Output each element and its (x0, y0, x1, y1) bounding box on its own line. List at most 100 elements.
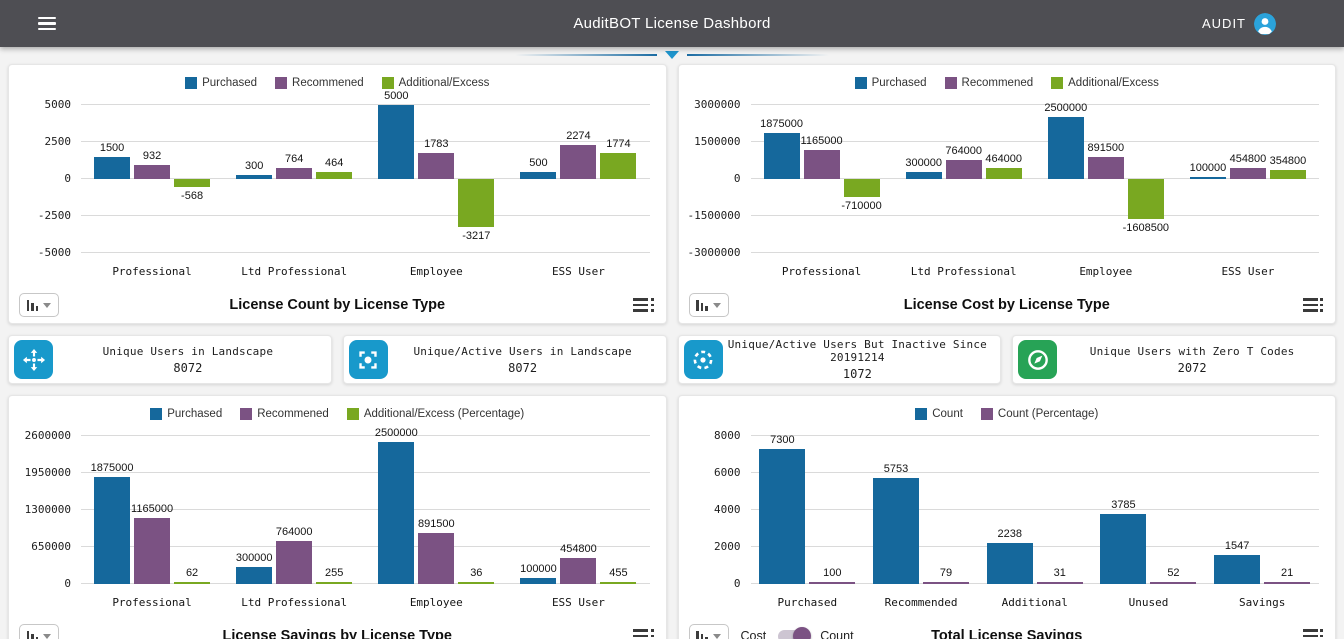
bar-additional-excess-percentage-[interactable] (458, 582, 494, 584)
legend-item[interactable]: Recommened (275, 76, 364, 89)
bar-purchased[interactable] (1048, 117, 1084, 179)
bar-purchased[interactable] (520, 172, 556, 179)
bar-count[interactable] (873, 478, 919, 584)
y-tick-label: 2000 (714, 540, 741, 553)
bar-count-percentage-[interactable] (809, 582, 855, 584)
user-avatar-icon[interactable] (1254, 13, 1276, 35)
chart-type-dropdown[interactable] (689, 293, 729, 317)
bar-count-percentage-[interactable] (1150, 582, 1196, 584)
bar-recommened[interactable] (560, 558, 596, 584)
x-category-label: Ltd Professional (223, 265, 365, 278)
user-menu[interactable]: AUDIT (1202, 13, 1276, 35)
legend-item[interactable]: Additional/Excess (Percentage) (347, 407, 524, 420)
x-category-label: Additional (978, 596, 1092, 609)
bar-purchased[interactable] (94, 157, 130, 179)
page-title: AuditBOT License Dashbord (573, 15, 770, 32)
bar-purchased[interactable] (378, 442, 414, 584)
data-label: 455 (609, 567, 627, 579)
bar-recommened[interactable] (418, 153, 454, 179)
data-label: 464000 (985, 153, 1022, 165)
bar-additional-excess[interactable] (1270, 170, 1306, 179)
bar-additional-excess-percentage-[interactable] (600, 582, 636, 584)
cost-count-toggle-group: Cost Count (741, 629, 854, 639)
bar-recommened[interactable] (804, 150, 840, 179)
data-label: 79 (940, 567, 952, 579)
bar-recommened[interactable] (134, 165, 170, 179)
legend-item[interactable]: Purchased (150, 407, 222, 420)
legend-item[interactable]: Purchased (185, 76, 257, 89)
gridline (81, 252, 650, 253)
y-tick-label: 8000 (714, 429, 741, 442)
bar-count[interactable] (759, 449, 805, 584)
stat-card-inactive-users[interactable]: Unique/Active Users But Inactive Since 2… (678, 335, 1002, 384)
chart-context-menu-icon[interactable] (1301, 294, 1325, 315)
bar-additional-excess[interactable] (600, 153, 636, 179)
toggle-label-cost: Cost (741, 629, 767, 639)
bar-purchased[interactable] (1190, 177, 1226, 179)
bar-recommened[interactable] (276, 541, 312, 584)
legend-item[interactable]: Count (915, 407, 963, 420)
chart-type-dropdown[interactable] (689, 624, 729, 639)
bar-recommened[interactable] (276, 168, 312, 179)
data-label: 62 (186, 567, 198, 579)
bar-purchased[interactable] (764, 133, 800, 179)
legend-item[interactable]: Additional/Excess (382, 76, 490, 89)
legend-item[interactable]: Purchased (855, 76, 927, 89)
bar-purchased[interactable] (236, 175, 272, 179)
bar-purchased[interactable] (520, 578, 556, 584)
chevron-down-icon[interactable] (665, 51, 679, 59)
bar-recommened[interactable] (946, 160, 982, 179)
bar-additional-excess[interactable] (844, 179, 880, 197)
gridline (751, 509, 1320, 510)
hamburger-menu-icon[interactable] (38, 8, 78, 40)
bar-count-percentage-[interactable] (1264, 582, 1310, 584)
bar-count-percentage-[interactable] (923, 582, 969, 584)
chart-context-menu-icon[interactable] (1301, 625, 1325, 639)
bar-recommened[interactable] (418, 533, 454, 584)
chart-type-dropdown[interactable] (19, 293, 59, 317)
bar-recommened[interactable] (560, 145, 596, 179)
data-label: 2500000 (375, 427, 418, 439)
gridline (751, 104, 1320, 105)
legend-item[interactable]: Recommened (945, 76, 1034, 89)
bar-purchased[interactable] (906, 172, 942, 179)
bar-additional-excess[interactable] (458, 179, 494, 227)
stat-card-active-users[interactable]: Unique/Active Users in Landscape 8072 (343, 335, 667, 384)
y-tick-label: 2600000 (25, 429, 71, 442)
bar-count[interactable] (1214, 555, 1260, 584)
stat-card-zero-tcodes[interactable]: Unique Users with Zero T Codes 2072 (1012, 335, 1336, 384)
data-label: 1547 (1225, 540, 1249, 552)
data-label: 2238 (998, 528, 1022, 540)
bar-count-percentage-[interactable] (1037, 582, 1083, 584)
cost-count-toggle[interactable] (778, 630, 808, 639)
bar-additional-excess[interactable] (986, 168, 1022, 179)
chart-context-menu-icon[interactable] (631, 625, 655, 639)
stat-value: 2072 (1057, 361, 1327, 375)
y-tick-label: 4000 (714, 503, 741, 516)
legend-item[interactable]: Recommened (240, 407, 329, 420)
bar-additional-excess-percentage-[interactable] (316, 582, 352, 584)
legend-item[interactable]: Additional/Excess (1051, 76, 1159, 89)
bar-purchased[interactable] (94, 477, 130, 584)
carousel-indicator[interactable] (0, 47, 1344, 62)
bar-additional-excess[interactable] (1128, 179, 1164, 219)
bar-additional-excess[interactable] (174, 179, 210, 187)
bar-recommened[interactable] (1088, 157, 1124, 179)
bar-recommened[interactable] (134, 518, 170, 584)
chart-context-menu-icon[interactable] (631, 294, 655, 315)
caret-down-icon (713, 634, 721, 639)
chart-title: License Count by License Type (229, 297, 445, 313)
x-category-label: Employee (365, 596, 507, 609)
bar-purchased[interactable] (378, 105, 414, 179)
bar-additional-excess[interactable] (316, 172, 352, 179)
bar-purchased[interactable] (236, 567, 272, 584)
bar-count[interactable] (1100, 514, 1146, 584)
legend-item[interactable]: Count (Percentage) (981, 407, 1098, 420)
bar-count[interactable] (987, 543, 1033, 584)
x-category-label: Unused (1092, 596, 1206, 609)
bar-additional-excess-percentage-[interactable] (174, 582, 210, 584)
chart-type-dropdown[interactable] (19, 624, 59, 639)
stat-card-unique-users[interactable]: Unique Users in Landscape 8072 (8, 335, 332, 384)
data-label: 100000 (1190, 162, 1227, 174)
bar-recommened[interactable] (1230, 168, 1266, 179)
